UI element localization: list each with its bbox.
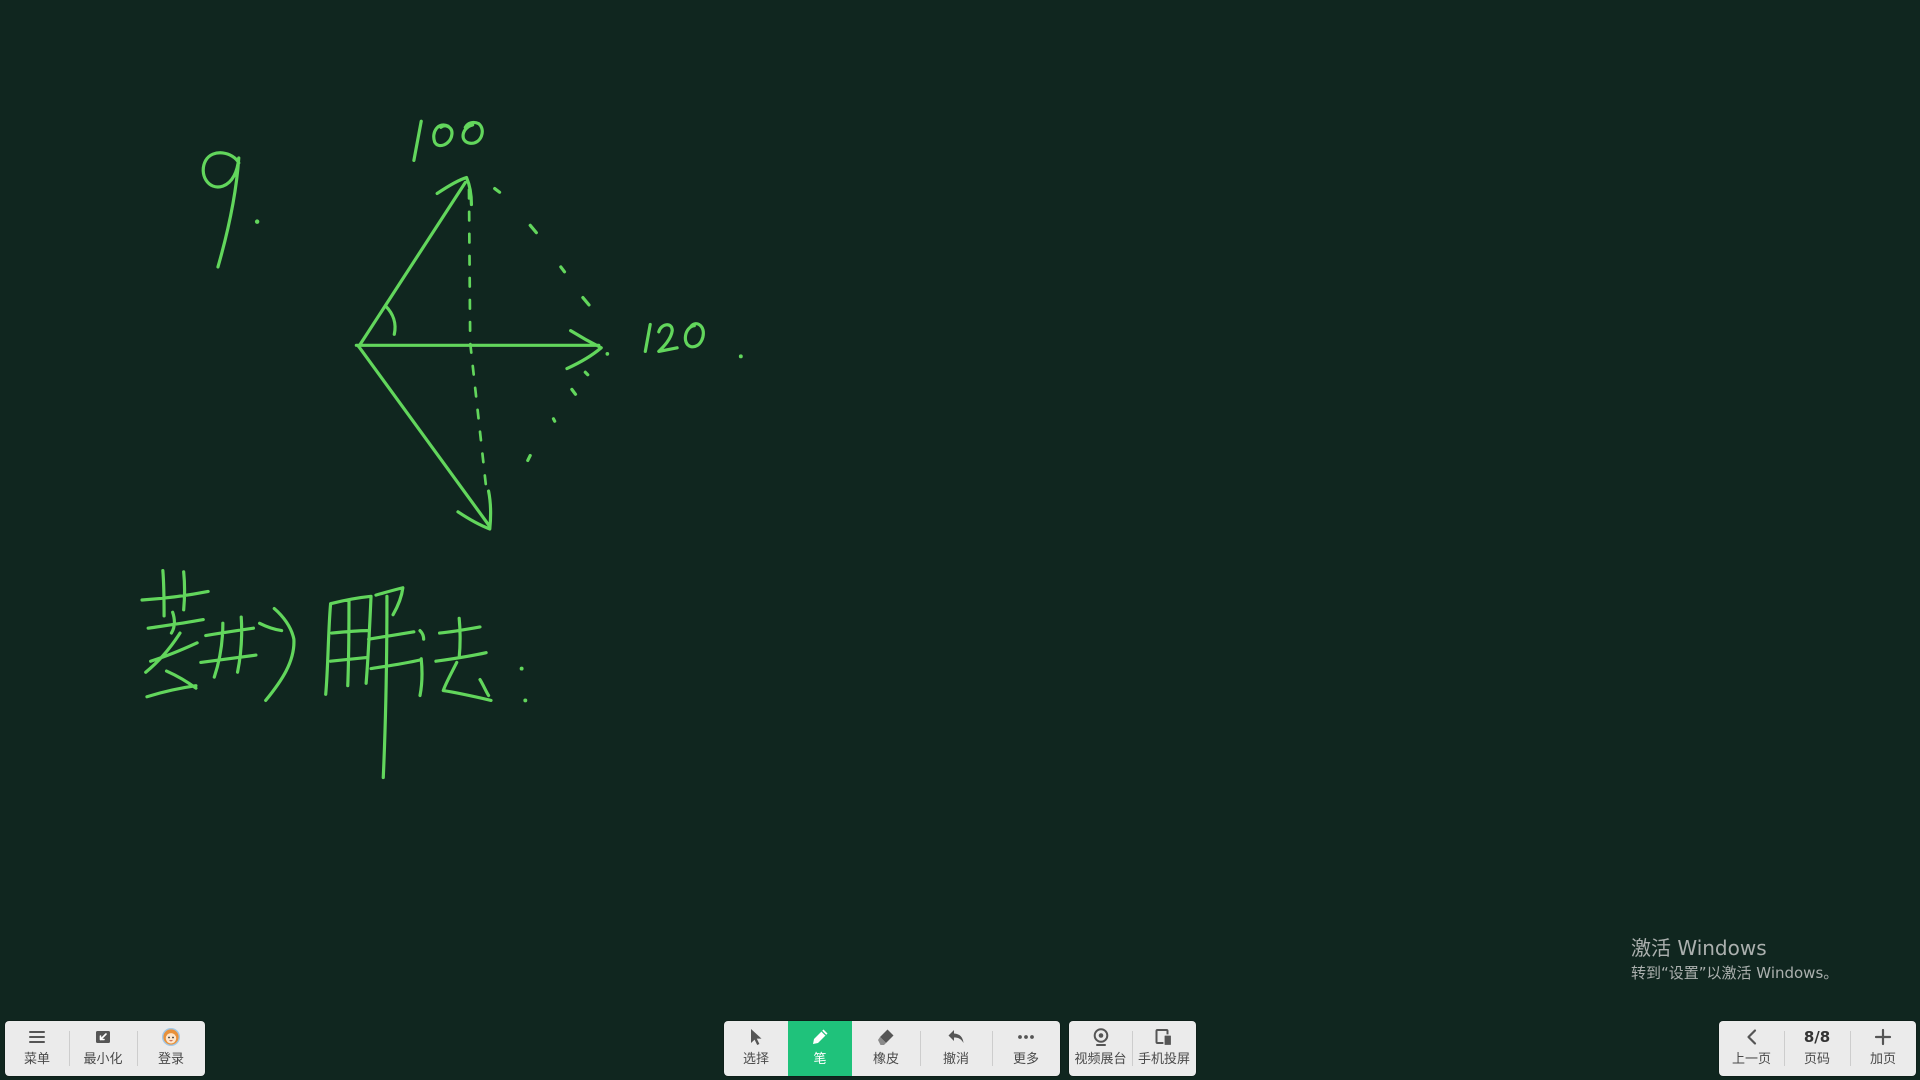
previous-page-label: 上一页 — [1731, 1052, 1771, 1067]
angle-arc — [384, 304, 397, 336]
page-indicator: 8/8 — [1803, 1028, 1831, 1046]
ink-dot — [738, 354, 743, 359]
pen-tool-label: 笔 — [813, 1052, 827, 1067]
avatar-icon — [162, 1028, 180, 1046]
minimize-icon — [96, 1031, 110, 1043]
whiteboard-canvas[interactable] — [0, 0, 1920, 1080]
video-booth-button[interactable]: 视频展台 — [1069, 1021, 1132, 1076]
handwritten-top-vector-label — [412, 119, 484, 162]
login-label: 登录 — [157, 1052, 184, 1067]
select-tool-label: 选择 — [742, 1052, 769, 1067]
more-label: 更多 — [1012, 1052, 1039, 1067]
windows-activation-watermark: 激活 Windows 转到“设置”以激活 Windows。 — [1631, 936, 1838, 983]
watermark-subtitle: 转到“设置”以激活 Windows。 — [1631, 964, 1839, 982]
undo-label: 撤消 — [942, 1052, 969, 1067]
add-page-button[interactable]: 加页 — [1850, 1021, 1916, 1076]
pen-icon — [813, 1029, 828, 1044]
handwritten-digit-9 — [201, 151, 241, 269]
media-toolbar: 视频展台 手机投屏 — [1069, 1021, 1196, 1076]
eraser-tool-button[interactable]: 橡皮 — [852, 1021, 920, 1076]
webcam-icon — [1093, 1028, 1108, 1046]
handwritten-colon-bottom — [523, 698, 528, 703]
tools-toolbar: 选择 笔 橡皮 撤消 更多 — [724, 1021, 1060, 1076]
vector-arrow-up — [357, 175, 474, 349]
page-toolbar: 上一页 8/8 页码 加页 — [1719, 1021, 1916, 1076]
vector-arrow-down — [357, 344, 493, 531]
page-number-label: 页码 — [1803, 1052, 1830, 1067]
handwritten-right-vector-label — [643, 322, 705, 354]
dotted-construction-line — [467, 188, 488, 489]
menu-icon — [29, 1031, 45, 1043]
previous-page-button[interactable]: 上一页 — [1719, 1021, 1784, 1076]
phone-cast-label: 手机投屏 — [1137, 1052, 1190, 1067]
handwritten-colon-top — [519, 666, 524, 671]
minimize-label: 最小化 — [83, 1052, 123, 1067]
menu-button[interactable]: 菜单 — [5, 1021, 69, 1076]
page-number-button[interactable]: 8/8 页码 — [1784, 1021, 1850, 1076]
handwritten-chinese-characters — [140, 569, 493, 780]
menu-label: 菜单 — [23, 1052, 50, 1067]
cursor-icon — [751, 1029, 762, 1045]
handwritten-period — [254, 219, 260, 224]
phone-cast-icon — [1155, 1029, 1173, 1047]
phone-cast-button[interactable]: 手机投屏 — [1132, 1021, 1196, 1076]
undo-icon — [948, 1030, 964, 1043]
left-toolbar: 菜单 最小化 登录 — [5, 1021, 205, 1076]
video-booth-label: 视频展台 — [1074, 1052, 1127, 1067]
watermark-title: 激活 Windows — [1631, 936, 1767, 960]
vector-arrow-right — [354, 329, 603, 371]
undo-button[interactable]: 撤消 — [920, 1021, 992, 1076]
handwritten-number-120 — [643, 322, 705, 354]
eraser-icon — [878, 1029, 894, 1045]
chevron-left-icon — [1746, 1029, 1756, 1045]
more-icon — [1018, 1035, 1034, 1039]
add-page-label: 加页 — [1869, 1052, 1896, 1067]
eraser-tool-label: 橡皮 — [872, 1052, 899, 1067]
minimize-button[interactable]: 最小化 — [69, 1021, 137, 1076]
ink-dot — [605, 352, 610, 356]
dotted-construction-arc — [493, 186, 591, 462]
handwritten-method-note — [140, 569, 528, 780]
login-button[interactable]: 登录 — [137, 1021, 205, 1076]
pen-tool-button[interactable]: 笔 — [788, 1021, 852, 1076]
handwritten-question-number — [201, 151, 260, 269]
plus-icon — [1874, 1028, 1892, 1046]
select-tool-button[interactable]: 选择 — [724, 1021, 788, 1076]
more-button[interactable]: 更多 — [992, 1021, 1060, 1076]
handwritten-number-100 — [412, 119, 484, 162]
